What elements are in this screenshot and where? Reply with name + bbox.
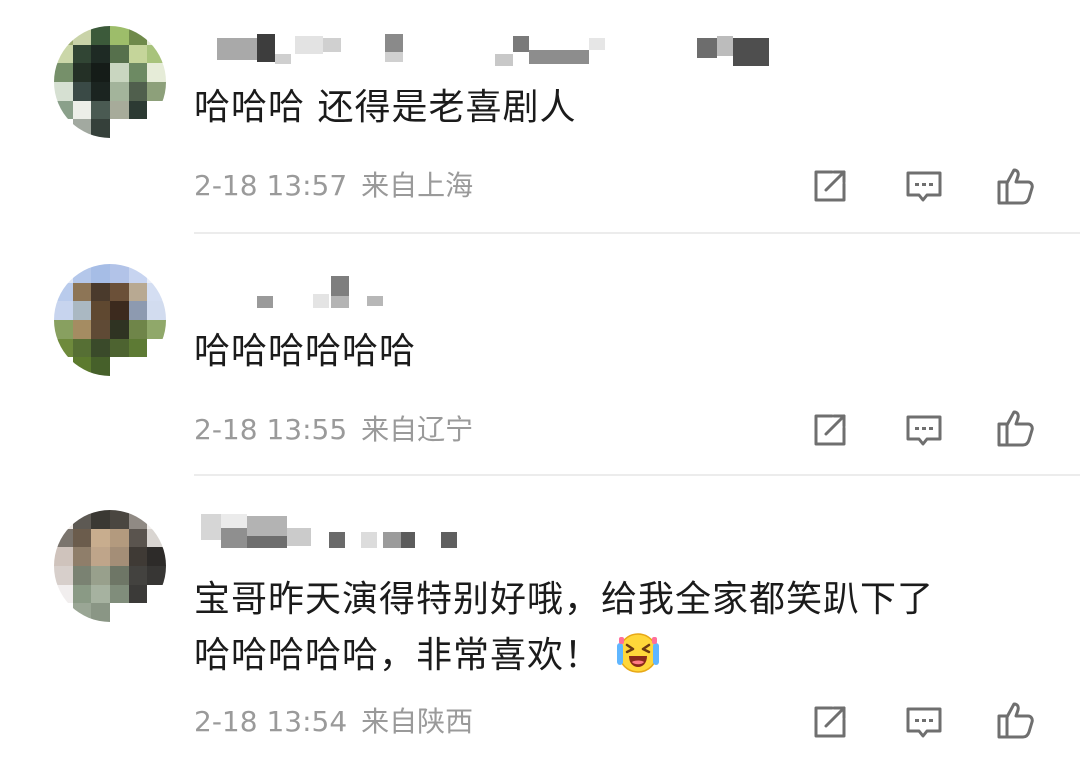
comment-meta: 2-18 13:55 来自辽宁	[194, 412, 473, 448]
comment-icon	[906, 171, 942, 202]
thumbs-up-icon	[997, 410, 1034, 447]
username-redacted[interactable]	[195, 272, 395, 312]
comment-icon	[906, 707, 942, 738]
comment-time: 2-18 13:55	[194, 413, 348, 446]
comment-item: 哈哈哈哈哈哈 2-18 13:55 来自辽宁	[0, 234, 1080, 476]
laughing-crying-emoji	[617, 633, 660, 673]
share-icon	[814, 706, 846, 738]
like-button[interactable]	[994, 406, 1038, 450]
avatar[interactable]	[54, 264, 166, 376]
comment-location: 来自辽宁	[361, 413, 474, 446]
comment-text: 哈哈哈 还得是老喜剧人	[194, 82, 576, 134]
comment-time: 2-18 13:57	[194, 169, 348, 202]
avatar[interactable]	[54, 26, 166, 138]
comment-text-line: 哈哈哈哈哈，非常喜欢！	[194, 635, 602, 676]
like-button[interactable]	[994, 164, 1038, 208]
username-redacted[interactable]	[195, 30, 785, 70]
comment-text-line: 哈哈哈哈哈哈	[194, 331, 417, 372]
comment-meta: 2-18 13:54 来自陕西	[194, 704, 473, 740]
share-button[interactable]	[808, 408, 852, 452]
comment-meta: 2-18 13:57 来自上海	[194, 168, 473, 204]
username-redacted[interactable]	[195, 510, 475, 550]
comment-item: 哈哈哈 还得是老喜剧人 2-18 13:57 来自上海	[0, 0, 1080, 234]
comment-text-line: 哈哈哈 还得是老喜剧人	[194, 87, 577, 128]
comment-icon	[906, 415, 942, 446]
reply-button[interactable]	[902, 700, 946, 744]
share-icon	[814, 170, 846, 202]
like-button[interactable]	[994, 698, 1038, 742]
comment-text-line: 宝哥昨天演得特别好哦，给我全家都笑趴下了	[194, 579, 935, 620]
thumbs-up-icon	[997, 168, 1034, 205]
comment-text-line-2: 哈哈哈哈哈，非常喜欢！	[194, 628, 934, 684]
avatar[interactable]	[54, 510, 166, 622]
comment-location: 来自陕西	[361, 705, 474, 738]
comment-time: 2-18 13:54	[194, 705, 348, 738]
reply-button[interactable]	[902, 408, 946, 452]
comment-text: 宝哥昨天演得特别好哦，给我全家都笑趴下了 哈哈哈哈哈，非常喜欢！	[194, 572, 934, 684]
comment-item: 宝哥昨天演得特别好哦，给我全家都笑趴下了 哈哈哈哈哈，非常喜欢！ 2-18 13…	[0, 476, 1080, 766]
thumbs-up-icon	[997, 702, 1034, 739]
comment-text: 哈哈哈哈哈哈	[194, 326, 416, 378]
share-button[interactable]	[808, 700, 852, 744]
reply-button[interactable]	[902, 164, 946, 208]
share-icon	[814, 414, 846, 446]
comment-location: 来自上海	[361, 169, 474, 202]
share-button[interactable]	[808, 164, 852, 208]
